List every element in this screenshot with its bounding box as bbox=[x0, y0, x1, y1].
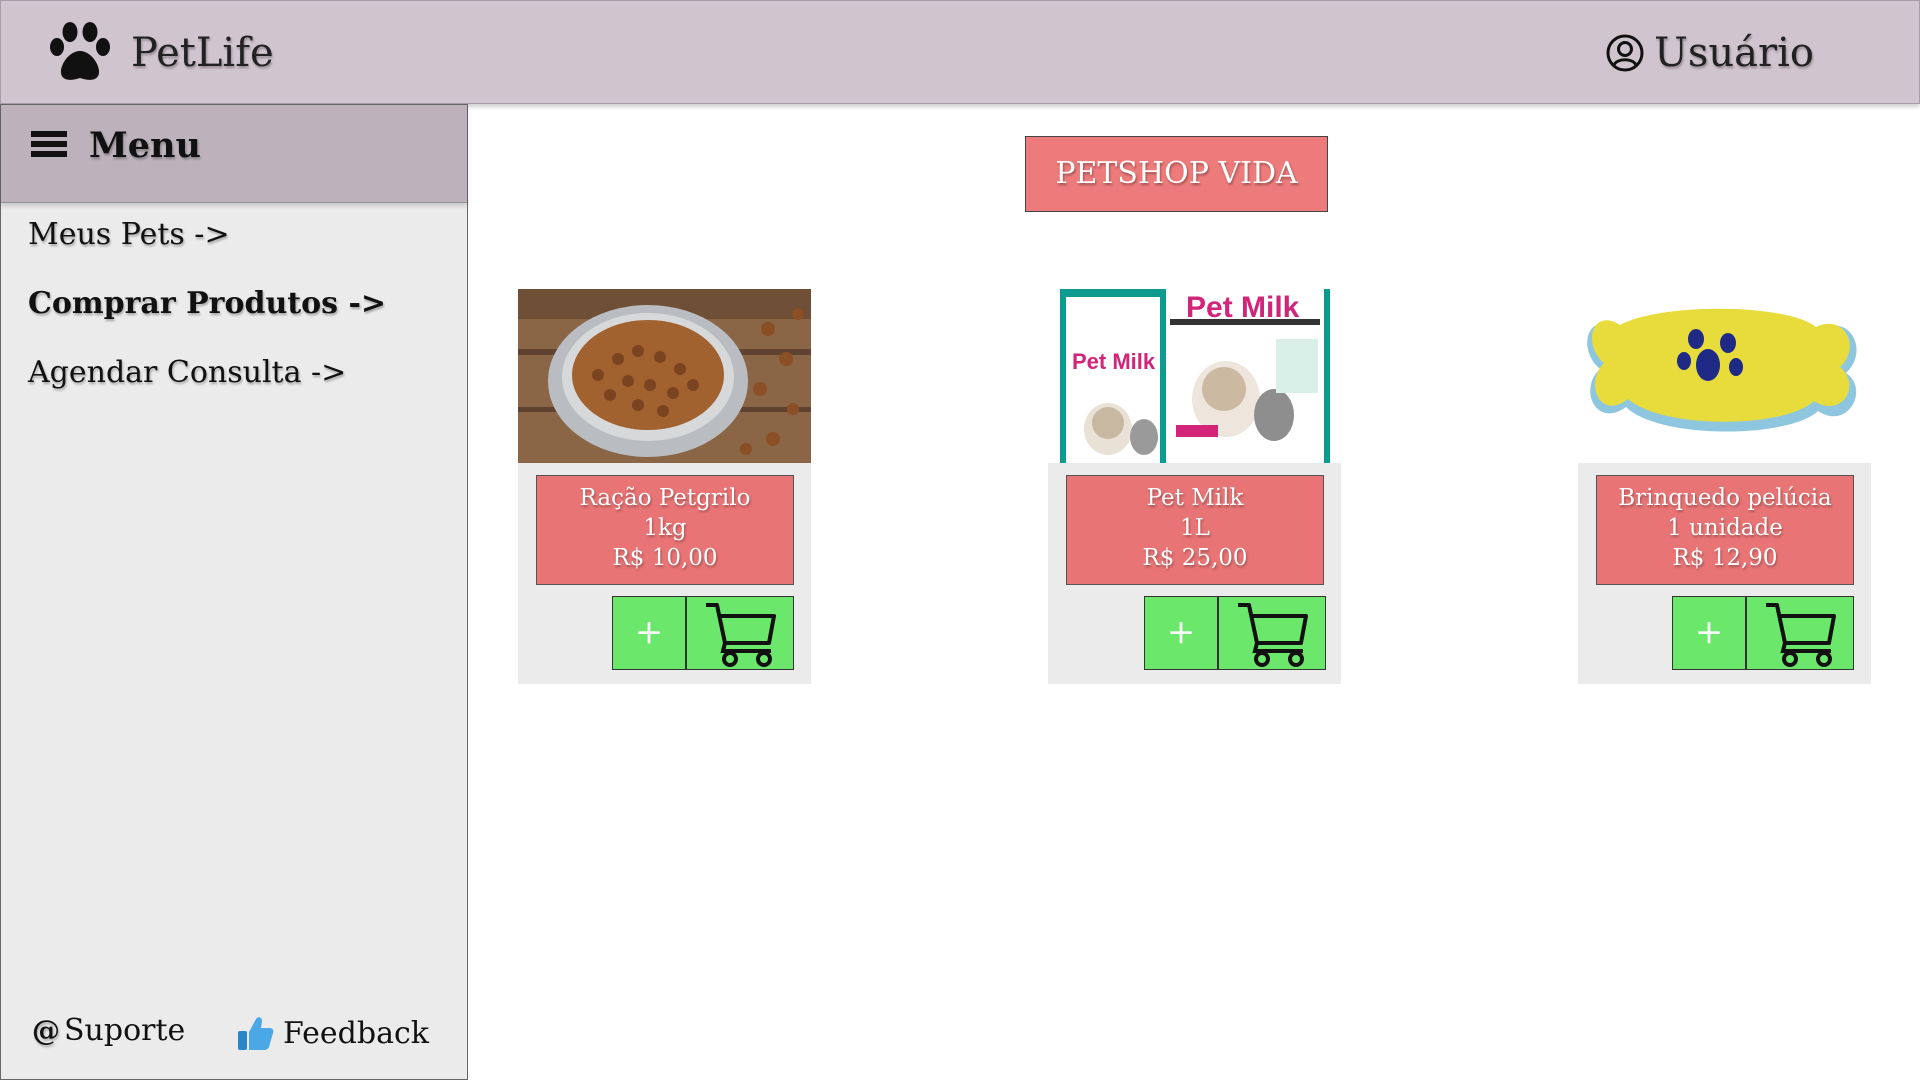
plush-bone-toy-image bbox=[1578, 289, 1871, 463]
app-name: PetLife bbox=[131, 30, 274, 76]
thumbs-up-icon bbox=[235, 1013, 275, 1053]
brand[interactable]: PetLife bbox=[45, 21, 274, 85]
hamburger-icon[interactable] bbox=[31, 131, 67, 161]
support-link[interactable]: @ Suporte bbox=[32, 1013, 185, 1048]
feedback-link[interactable]: Feedback bbox=[235, 1013, 429, 1053]
product-price: R$ 10,00 bbox=[612, 545, 718, 571]
shop-title: PETSHOP VIDA bbox=[1025, 136, 1328, 212]
product-name: Brinquedo pelúcia bbox=[1618, 485, 1832, 511]
paw-icon bbox=[45, 21, 115, 85]
product-card: Pet Milk Pet Milk Pet Milk 1L R$ 25,00 + bbox=[1048, 289, 1341, 684]
product-name: Ração Petgrilo bbox=[579, 485, 751, 511]
user-menu[interactable]: Usuário bbox=[1606, 25, 1814, 81]
product-name: Pet Milk bbox=[1146, 485, 1244, 511]
add-to-cart-button[interactable] bbox=[1746, 596, 1854, 670]
feedback-label: Feedback bbox=[283, 1015, 429, 1051]
product-card: Brinquedo pelúcia 1 unidade R$ 12,90 + bbox=[1578, 289, 1871, 684]
menu-title: Menu bbox=[89, 125, 201, 166]
add-quantity-button[interactable]: + bbox=[1144, 596, 1218, 670]
product-info: Pet Milk 1L R$ 25,00 bbox=[1066, 475, 1324, 585]
add-to-cart-button[interactable] bbox=[686, 596, 794, 670]
menu-header[interactable]: Menu bbox=[1, 105, 467, 203]
sidebar-item-meus-pets[interactable]: Meus Pets -> bbox=[28, 217, 230, 252]
petlife-app: PetLife Usuário Menu Meus Pets -> Compra… bbox=[0, 0, 1920, 1080]
pet-milk-package-image: Pet Milk Pet Milk bbox=[1048, 289, 1341, 463]
dog-food-bowl-image bbox=[518, 289, 811, 463]
product-unit: 1L bbox=[1180, 515, 1210, 541]
top-bar: PetLife Usuário bbox=[0, 0, 1920, 104]
cart-icon bbox=[706, 603, 776, 667]
product-price: R$ 12,90 bbox=[1672, 545, 1778, 571]
product-unit: 1 unidade bbox=[1667, 515, 1783, 541]
add-to-cart-button[interactable] bbox=[1218, 596, 1326, 670]
product-info: Ração Petgrilo 1kg R$ 10,00 bbox=[536, 475, 794, 585]
product-info: Brinquedo pelúcia 1 unidade R$ 12,90 bbox=[1596, 475, 1854, 585]
product-card: Ração Petgrilo 1kg R$ 10,00 + bbox=[518, 289, 811, 684]
at-icon: @ bbox=[32, 1014, 60, 1047]
user-circle-icon bbox=[1606, 34, 1644, 72]
product-unit: 1kg bbox=[643, 515, 687, 541]
user-label: Usuário bbox=[1654, 30, 1814, 76]
add-quantity-button[interactable]: + bbox=[1672, 596, 1746, 670]
product-price: R$ 25,00 bbox=[1142, 545, 1248, 571]
cart-icon bbox=[1766, 603, 1836, 667]
cart-icon bbox=[1238, 603, 1308, 667]
sidebar-item-agendar-consulta[interactable]: Agendar Consulta -> bbox=[28, 355, 346, 390]
svg-text:Pet Milk: Pet Milk bbox=[1072, 349, 1156, 374]
sidebar-item-comprar-produtos[interactable]: Comprar Produtos -> bbox=[28, 286, 386, 321]
support-label: Suporte bbox=[64, 1013, 186, 1048]
sidebar: Menu Meus Pets -> Comprar Produtos -> Ag… bbox=[0, 104, 468, 1080]
add-quantity-button[interactable]: + bbox=[612, 596, 686, 670]
